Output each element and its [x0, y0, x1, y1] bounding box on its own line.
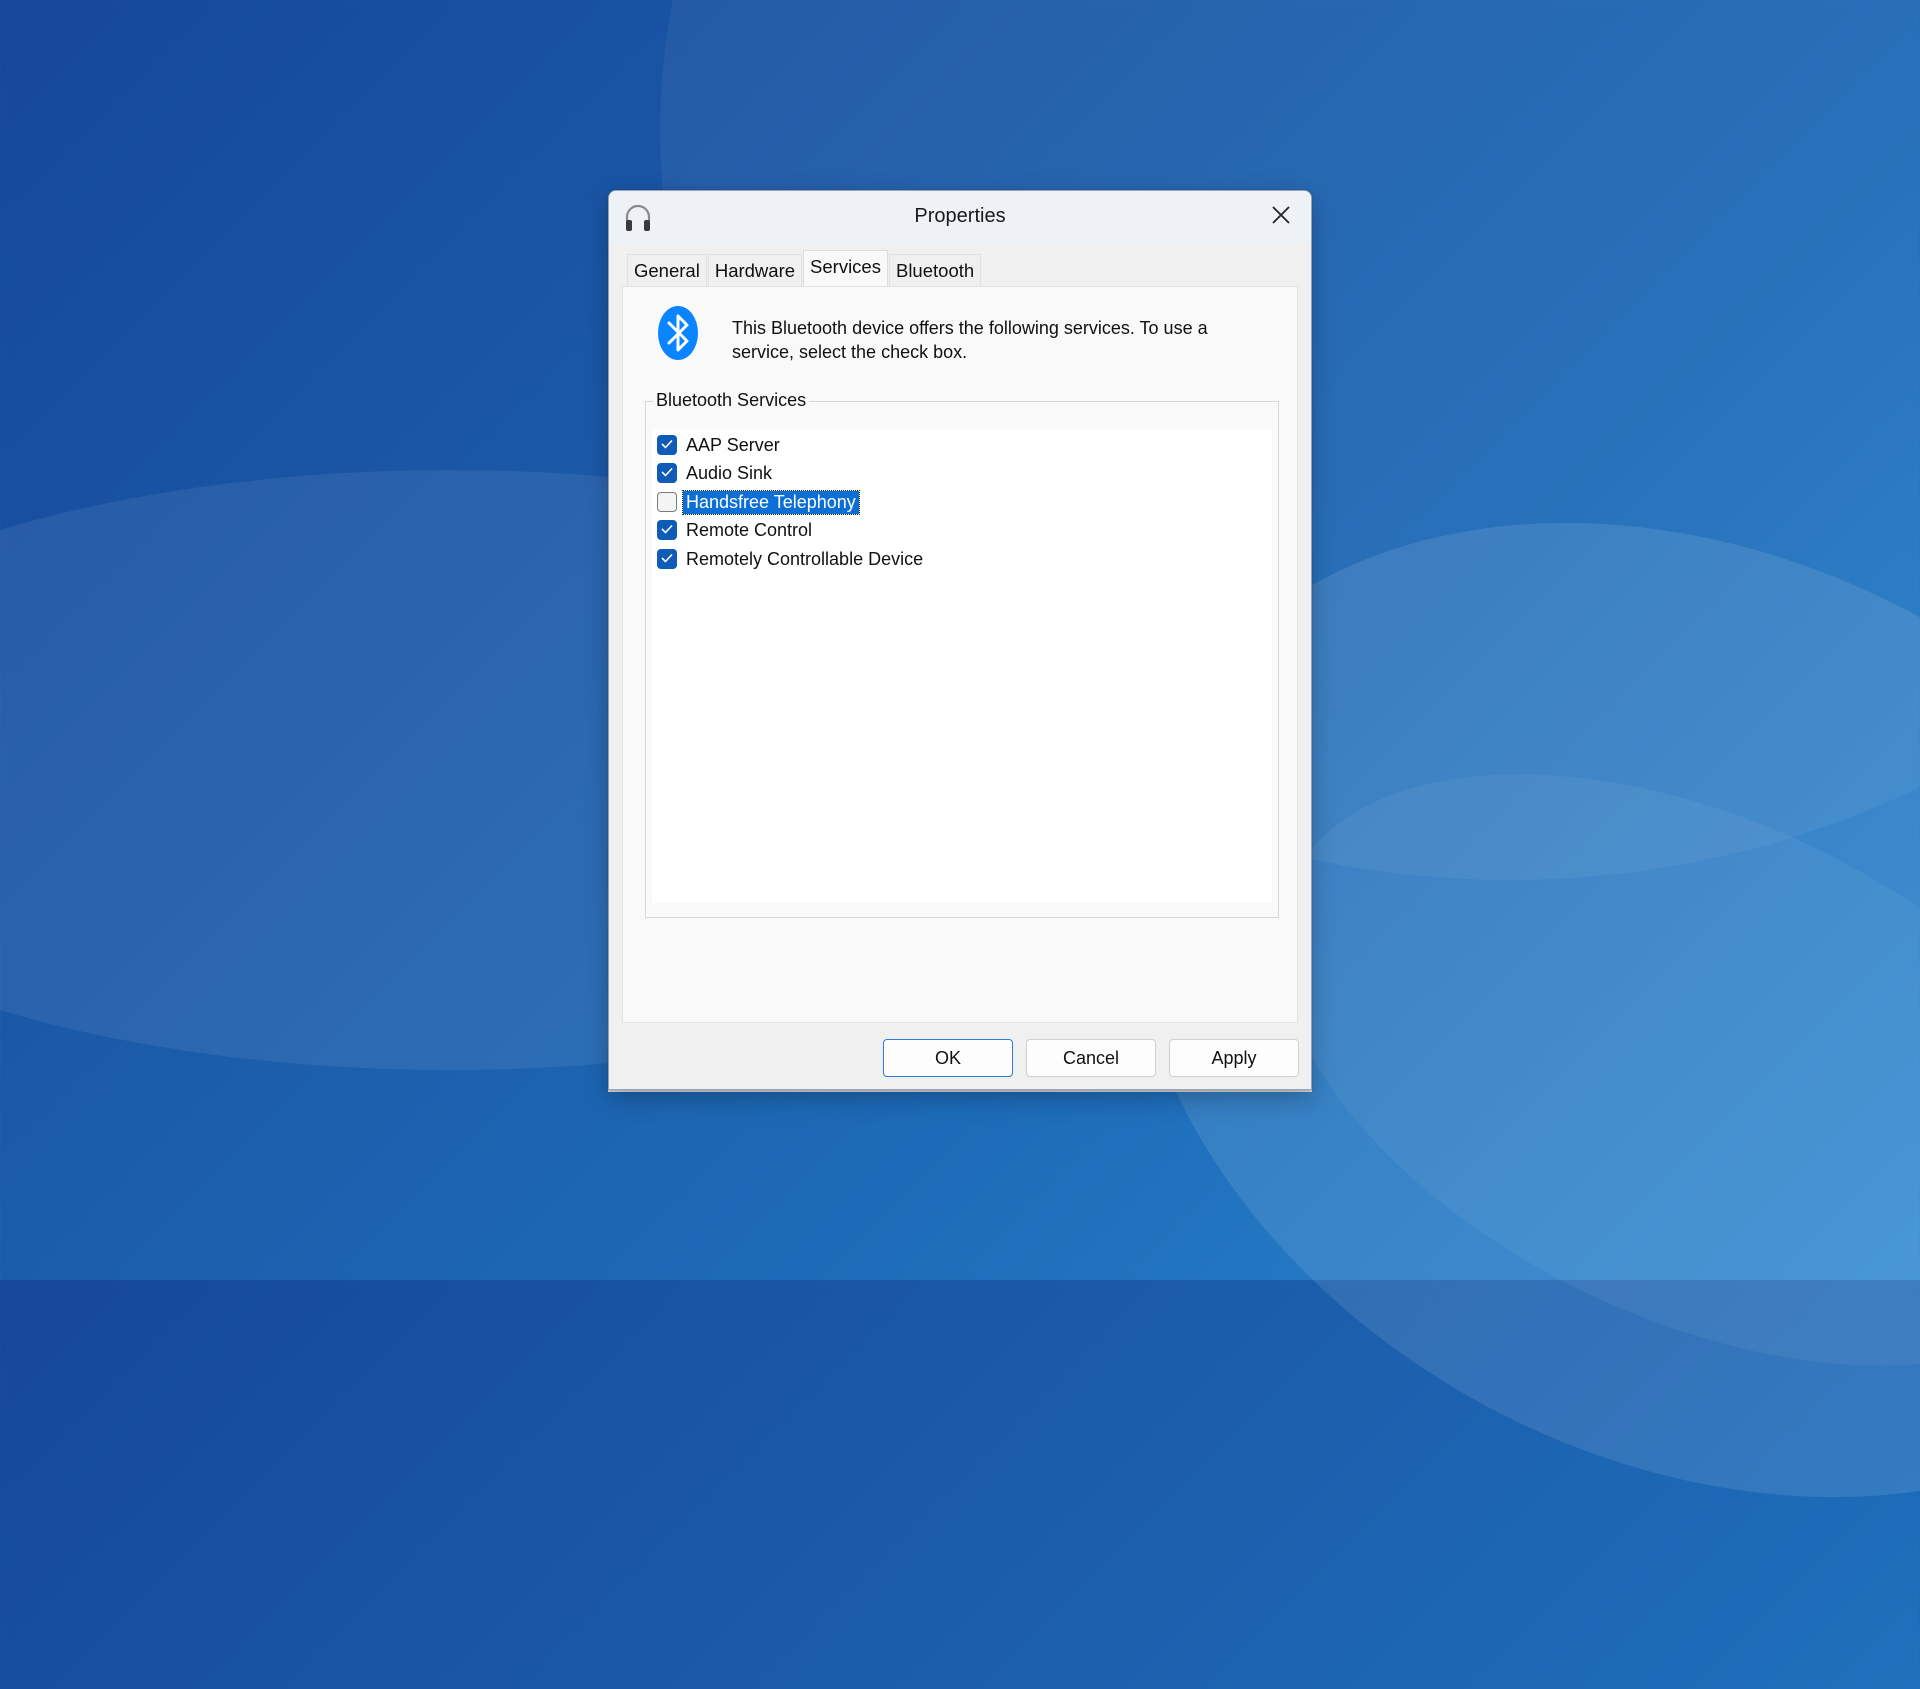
service-checkbox[interactable] — [657, 549, 677, 569]
checkmark-icon — [661, 436, 673, 454]
service-checkbox[interactable] — [657, 463, 677, 483]
service-row[interactable]: Audio Sink — [657, 460, 775, 486]
close-button[interactable] — [1261, 199, 1301, 235]
tab-strip: General Hardware Services Bluetooth — [627, 250, 982, 287]
tab-bluetooth[interactable]: Bluetooth — [888, 254, 982, 286]
title-bar[interactable]: Properties — [609, 191, 1311, 244]
service-checkbox[interactable] — [657, 520, 677, 540]
service-label: Remote Control — [686, 519, 813, 540]
service-row[interactable]: Remote Control — [657, 517, 815, 543]
tab-services[interactable]: Services — [803, 250, 888, 287]
checkmark-icon — [661, 550, 673, 568]
service-checkbox[interactable] — [657, 492, 677, 512]
services-listbox[interactable]: AAP Server Audio Sink Handsfree Telephony R… — [652, 429, 1272, 903]
service-row[interactable]: Remotely Controllable Device — [657, 546, 926, 572]
service-label: AAP Server — [686, 434, 780, 455]
bluetooth-services-group: Bluetooth Services AAP Server Audio Sink H… — [645, 390, 1279, 918]
checkmark-icon — [661, 464, 673, 482]
window-title: Properties — [914, 205, 1006, 227]
service-row[interactable]: AAP Server — [657, 432, 783, 458]
services-panel: This Bluetooth device offers the followi… — [622, 286, 1298, 1023]
service-label: Remotely Controllable Device — [686, 548, 924, 569]
close-icon — [1271, 205, 1291, 230]
services-description: This Bluetooth device offers the followi… — [732, 318, 1208, 362]
group-label: Bluetooth Services — [653, 390, 810, 411]
tab-hardware[interactable]: Hardware — [707, 254, 803, 286]
service-row[interactable]: Handsfree Telephony — [657, 489, 860, 515]
ok-button[interactable]: OK — [883, 1039, 1013, 1077]
service-label: Handsfree Telephony — [682, 489, 860, 515]
cancel-button[interactable]: Cancel — [1026, 1039, 1156, 1077]
service-checkbox[interactable] — [657, 435, 677, 455]
checkmark-icon — [661, 521, 673, 539]
tab-general[interactable]: General — [627, 254, 707, 286]
service-label: Audio Sink — [686, 462, 773, 483]
apply-button[interactable]: Apply — [1169, 1039, 1299, 1077]
properties-dialog: Properties General Hardware Services Blu… — [608, 190, 1312, 1090]
bluetooth-icon — [657, 305, 699, 361]
